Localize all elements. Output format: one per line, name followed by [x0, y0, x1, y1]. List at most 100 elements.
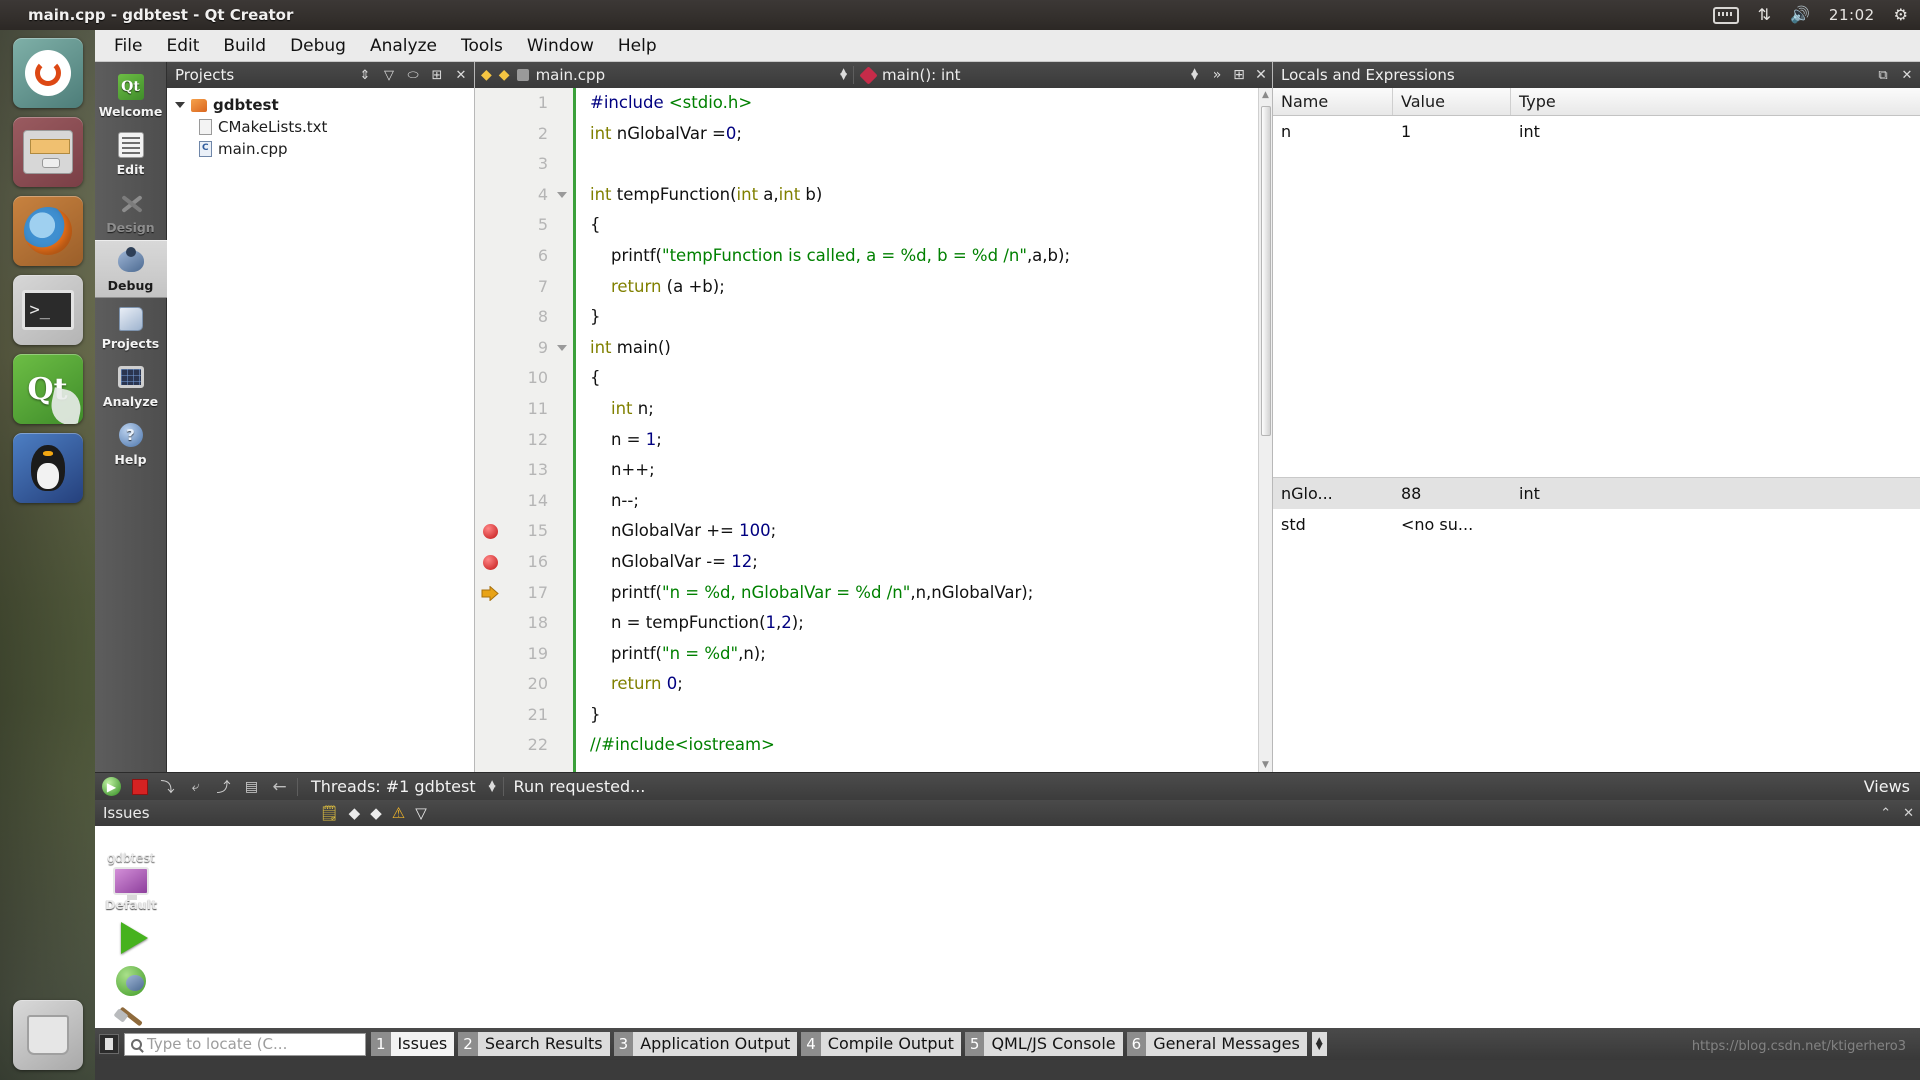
forward-arrow-icon[interactable]: ◆ [499, 67, 510, 83]
copy-icon[interactable]: 🗒 [320, 804, 339, 822]
split-icon[interactable]: ⊞ [1228, 67, 1250, 83]
close-icon[interactable]: ✕ [1898, 66, 1916, 84]
stop-icon[interactable] [129, 776, 150, 797]
table-row[interactable]: n 1 int [1273, 116, 1920, 147]
close-icon[interactable]: ✕ [452, 66, 470, 84]
keyboard-icon[interactable] [1713, 7, 1739, 24]
menu-edit[interactable]: Edit [155, 33, 210, 59]
code-line[interactable]: int main() [590, 333, 1258, 364]
close-icon[interactable]: ✕ [1250, 67, 1272, 83]
code-line[interactable]: printf("tempFunction is called, a = %d, … [590, 241, 1258, 272]
tree-item-maincpp[interactable]: main.cpp [171, 138, 470, 160]
code-line[interactable]: #include <stdio.h> [590, 88, 1258, 119]
fold-toggle-icon[interactable] [557, 345, 567, 351]
next-issue-icon[interactable]: ◆ [370, 804, 382, 822]
step-over-icon[interactable]: ⤵ [157, 776, 178, 797]
firefox-icon[interactable] [13, 196, 83, 266]
menu-window[interactable]: Window [516, 33, 605, 59]
code-line[interactable]: { [590, 210, 1258, 241]
menu-debug[interactable]: Debug [279, 33, 357, 59]
filter-icon[interactable]: ▽ [380, 66, 398, 84]
fold-toggle-icon[interactable] [557, 192, 567, 198]
threads-selector[interactable]: Threads: #1 gdbtest [305, 777, 482, 796]
code-line[interactable]: int tempFunction(int a,int b) [590, 180, 1258, 211]
code-line[interactable]: n++; [590, 455, 1258, 486]
instruction-icon[interactable]: ▤ [241, 776, 262, 797]
code-line[interactable]: return 0; [590, 669, 1258, 700]
minimize-icon[interactable]: ⌃ [1880, 806, 1891, 821]
mode-edit[interactable]: Edit [95, 124, 167, 182]
debug-button[interactable] [116, 966, 146, 996]
launcher-item-qtcreator[interactable]: Qt [13, 354, 83, 424]
symbol-selector[interactable]: main(): int ▲▼ [854, 66, 1206, 84]
table-row[interactable]: std <no su... [1273, 509, 1920, 540]
code-editor[interactable]: 12345678910111213141516171819202122 #inc… [475, 88, 1272, 772]
power-gear-icon[interactable]: ⚙ [1894, 7, 1908, 23]
code-line[interactable]: printf("n = %d",n); [590, 639, 1258, 670]
output-tab-search-results[interactable]: 2Search Results [458, 1032, 609, 1056]
code-line[interactable]: n--; [590, 486, 1258, 517]
output-tab-application-output[interactable]: 3Application Output [614, 1032, 798, 1056]
split-icon[interactable]: ⊞ [428, 66, 446, 84]
launcher-item-files[interactable] [13, 117, 83, 187]
prev-issue-icon[interactable]: ◆ [349, 804, 361, 822]
step-out-icon[interactable]: ⤴ [213, 776, 234, 797]
editor-file-tab[interactable]: ◆ ◆ main.cpp ▲▼ [475, 66, 853, 84]
continue-icon[interactable]: ▶ [101, 776, 122, 797]
link-icon[interactable]: ⬭ [404, 66, 422, 84]
code-line[interactable] [590, 149, 1258, 180]
launcher-item-qq[interactable] [13, 433, 83, 503]
kit-selector[interactable]: gdbtest Default [95, 850, 167, 1046]
ubuntu-dash-icon[interactable] [13, 38, 83, 108]
launcher-item-ubuntu[interactable] [13, 38, 83, 108]
back-arrow-icon[interactable]: ◆ [481, 67, 492, 83]
column-header-type[interactable]: Type [1511, 88, 1920, 115]
scrollbar-thumb[interactable] [1261, 106, 1271, 436]
chevron-down-icon[interactable] [175, 102, 185, 108]
volume-icon[interactable]: 🔊 [1790, 7, 1810, 23]
menu-help[interactable]: Help [607, 33, 668, 59]
output-tab-compile-output[interactable]: 4Compile Output [801, 1032, 961, 1056]
tree-item-cmakelists[interactable]: CMakeLists.txt [171, 116, 470, 138]
scroll-down-icon[interactable]: ▼ [1262, 760, 1269, 770]
breakpoint-marker[interactable] [483, 555, 498, 570]
mode-analyze[interactable]: Analyze [95, 356, 167, 414]
column-header-value[interactable]: Value [1393, 88, 1511, 115]
code-line[interactable]: int n; [590, 394, 1258, 425]
breakpoint-marker[interactable] [483, 524, 498, 539]
code-line[interactable]: n = tempFunction(1,2); [590, 608, 1258, 639]
more-icon[interactable]: » [1206, 67, 1228, 83]
editor-scrollbar[interactable]: ▲ ▼ [1258, 88, 1272, 772]
column-header-name[interactable]: Name [1273, 88, 1393, 115]
file-dropdown-icon[interactable]: ▲▼ [840, 70, 847, 80]
table-row[interactable]: nGlo... 88 int [1273, 478, 1920, 509]
current-line-arrow-icon[interactable] [481, 586, 499, 601]
views-button[interactable]: Views [1864, 777, 1920, 796]
launcher-item-terminal[interactable]: >_ [13, 275, 83, 345]
issues-list[interactable] [95, 826, 1920, 1028]
launcher-item-firefox[interactable] [13, 196, 83, 266]
symbol-dropdown-icon[interactable]: ▲▼ [1191, 70, 1198, 80]
network-icon[interactable]: ⇅ [1758, 7, 1771, 23]
menu-build[interactable]: Build [212, 33, 277, 59]
code-line[interactable]: nGlobalVar -= 12; [590, 547, 1258, 578]
threads-dropdown-icon[interactable]: ▲▼ [489, 782, 496, 792]
qq-icon[interactable] [13, 433, 83, 503]
code-line[interactable]: { [590, 363, 1258, 394]
code-line[interactable]: int nGlobalVar =0; [590, 119, 1258, 150]
menu-analyze[interactable]: Analyze [359, 33, 448, 59]
code-line[interactable]: //#include<iostream> [590, 730, 1258, 761]
return-icon[interactable]: ← [269, 776, 290, 797]
output-tab-issues[interactable]: 1Issues [371, 1032, 454, 1056]
code-line[interactable]: } [590, 302, 1258, 333]
files-icon[interactable] [13, 117, 83, 187]
lock-icon[interactable] [517, 69, 529, 81]
code-line[interactable]: return (a +b); [590, 272, 1258, 303]
output-tab-general-messages[interactable]: 6General Messages [1127, 1032, 1307, 1056]
run-button[interactable] [121, 922, 148, 954]
qtcreator-icon[interactable]: Qt [13, 354, 83, 424]
filter-icon[interactable]: ▽ [415, 804, 427, 822]
mode-projects[interactable]: Projects [95, 298, 167, 356]
fold-gutter[interactable] [553, 88, 573, 772]
warning-icon[interactable]: ⚠ [392, 804, 405, 822]
